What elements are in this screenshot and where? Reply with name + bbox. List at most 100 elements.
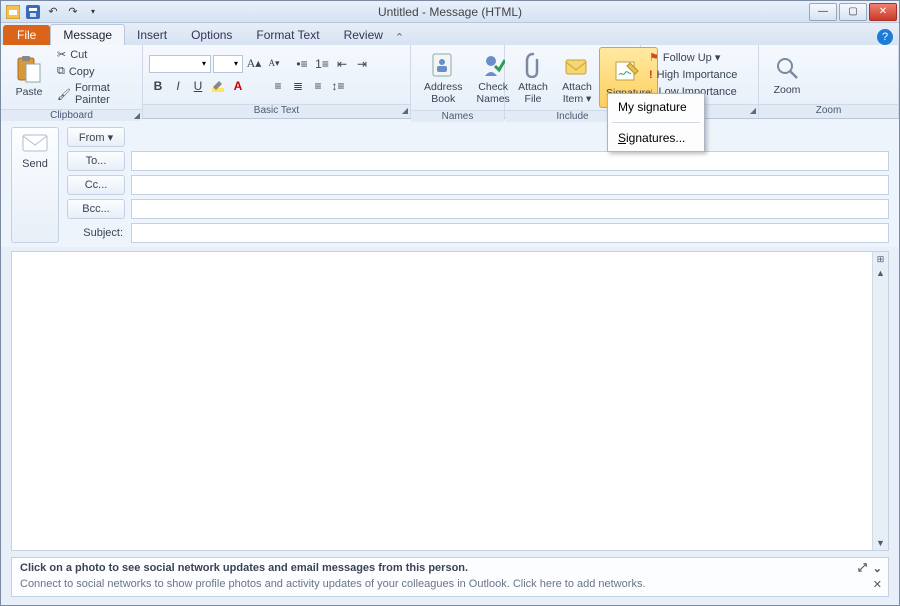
- scroll-options-icon[interactable]: ⊞: [874, 252, 888, 266]
- outdent-button[interactable]: ⇤: [333, 55, 351, 73]
- tab-review[interactable]: Review: [332, 25, 395, 45]
- message-body-area: ⊞ ▲ ▼: [11, 251, 889, 551]
- tab-insert[interactable]: Insert: [125, 25, 179, 45]
- ribbon: Paste ✂Cut ⧉Copy 🖌Format Painter Clipboa…: [1, 45, 899, 119]
- bcc-input[interactable]: [131, 199, 889, 219]
- quick-access-toolbar: ↶ ↷ ▾: [1, 4, 101, 20]
- font-color-button[interactable]: A: [229, 77, 247, 95]
- compose-fields: From ▾ To... Cc... Bcc... Subject:: [67, 127, 889, 243]
- address-book-button[interactable]: Address Book: [417, 47, 470, 108]
- dialog-launcher-icon[interactable]: ◢: [750, 106, 756, 115]
- compose-header: Send From ▾ To... Cc... Bcc... Subject:: [1, 119, 899, 247]
- cc-button[interactable]: Cc...: [67, 175, 125, 195]
- copy-button[interactable]: ⧉Copy: [55, 64, 136, 79]
- address-book-label: Address Book: [424, 82, 463, 105]
- follow-up-button[interactable]: ⚑Follow Up ▾: [647, 50, 739, 65]
- brush-icon: 🖌: [57, 88, 71, 101]
- align-center-button[interactable]: ≣: [289, 77, 307, 95]
- menu-item-signatures[interactable]: Signatures...: [608, 125, 704, 151]
- tab-file[interactable]: File: [3, 25, 50, 45]
- subject-input[interactable]: [131, 223, 889, 243]
- paste-button[interactable]: Paste: [7, 47, 51, 107]
- bullets-button[interactable]: •≡: [293, 55, 311, 73]
- font-name-combo[interactable]: ▾: [149, 55, 211, 73]
- zoom-label: Zoom: [774, 85, 801, 97]
- highlight-button[interactable]: [209, 77, 227, 95]
- align-right-button[interactable]: ≡: [309, 77, 327, 95]
- flag-icon: ⚑: [649, 51, 659, 64]
- undo-icon[interactable]: ↶: [45, 4, 61, 20]
- group-label-zoom: Zoom: [816, 105, 842, 116]
- ribbon-tabs: File Message Insert Options Format Text …: [1, 23, 899, 45]
- vertical-scrollbar[interactable]: ⊞ ▲ ▼: [872, 252, 888, 550]
- tab-format-text[interactable]: Format Text: [244, 25, 331, 45]
- indent-button[interactable]: ⇥: [353, 55, 371, 73]
- close-button[interactable]: ✕: [869, 3, 897, 21]
- align-left-button[interactable]: ≡: [269, 77, 287, 95]
- dialog-launcher-icon[interactable]: ◢: [402, 106, 408, 115]
- maximize-button[interactable]: ▢: [839, 3, 867, 21]
- bold-button[interactable]: B: [149, 77, 167, 95]
- attach-file-button[interactable]: Attach File: [511, 47, 555, 108]
- copy-icon: ⧉: [57, 65, 65, 78]
- cut-button[interactable]: ✂Cut: [55, 47, 136, 62]
- paperclip-icon: [518, 50, 548, 80]
- attach-item-button[interactable]: Attach Item ▾: [555, 47, 599, 108]
- titlebar: ↶ ↷ ▾ Untitled - Message (HTML) — ▢ ✕: [1, 1, 899, 23]
- address-book-icon: [428, 50, 458, 80]
- chevron-down-icon[interactable]: ⌄: [873, 562, 882, 575]
- group-basic-text: ▾ ▾ A▴ A▾ •≡ 1≡ ⇤ ⇥ B I U: [143, 45, 411, 118]
- menu-item-signatures-rest: ignatures...: [626, 131, 685, 145]
- paste-icon: [14, 55, 44, 85]
- underline-button[interactable]: U: [189, 77, 207, 95]
- help-icon[interactable]: ?: [877, 29, 893, 45]
- expand-icon[interactable]: ⤢: [858, 562, 867, 575]
- grow-font-button[interactable]: A▴: [245, 55, 263, 73]
- message-body-editor[interactable]: [12, 252, 872, 550]
- format-painter-button[interactable]: 🖌Format Painter: [55, 81, 136, 107]
- attach-item-icon: [562, 50, 592, 80]
- zoom-button[interactable]: Zoom: [765, 47, 809, 102]
- numbering-button[interactable]: 1≡: [313, 55, 331, 73]
- group-label-clipboard: Clipboard: [50, 110, 93, 121]
- cut-icon: ✂: [57, 48, 66, 61]
- attach-file-label: Attach File: [518, 82, 548, 105]
- group-clipboard: Paste ✂Cut ⧉Copy 🖌Format Painter Clipboa…: [1, 45, 143, 118]
- save-icon[interactable]: [25, 4, 41, 20]
- high-importance-button[interactable]: !High Importance: [647, 68, 739, 82]
- cc-input[interactable]: [131, 175, 889, 195]
- redo-icon[interactable]: ↷: [65, 4, 81, 20]
- signature-icon: [613, 56, 643, 86]
- collapse-ribbon-icon[interactable]: ⌃: [395, 31, 409, 45]
- signature-menu: My signature Signatures...: [607, 93, 705, 152]
- to-button[interactable]: To...: [67, 151, 125, 171]
- tab-message[interactable]: Message: [50, 24, 125, 45]
- group-label-names: Names: [442, 111, 474, 122]
- font-size-combo[interactable]: ▾: [213, 55, 243, 73]
- close-icon[interactable]: ✕: [873, 578, 882, 591]
- send-button[interactable]: Send: [11, 127, 59, 243]
- shrink-font-button[interactable]: A▾: [265, 55, 283, 73]
- group-label-include: Include: [556, 111, 588, 122]
- people-pane-sub[interactable]: Connect to social networks to show profi…: [20, 578, 646, 590]
- menu-separator: [612, 122, 700, 123]
- tab-options[interactable]: Options: [179, 25, 244, 45]
- qat-more-icon[interactable]: ▾: [85, 4, 101, 20]
- dialog-launcher-icon[interactable]: ◢: [134, 111, 140, 120]
- group-label-basic-text: Basic Text: [254, 105, 299, 116]
- scroll-up-icon[interactable]: ▲: [874, 266, 888, 280]
- italic-button[interactable]: I: [169, 77, 187, 95]
- scroll-down-icon[interactable]: ▼: [874, 536, 888, 550]
- group-zoom: Zoom Zoom: [759, 45, 899, 118]
- subject-label: Subject:: [67, 223, 125, 243]
- check-names-icon: [478, 50, 508, 80]
- outlook-app-icon: [5, 4, 21, 20]
- group-names: Address Book Check Names Names: [411, 45, 505, 118]
- to-input[interactable]: [131, 151, 889, 171]
- bcc-button[interactable]: Bcc...: [67, 199, 125, 219]
- line-spacing-button[interactable]: ↕≡: [329, 77, 347, 95]
- menu-item-my-signature[interactable]: My signature: [608, 94, 704, 120]
- from-button[interactable]: From ▾: [67, 127, 125, 147]
- window-title: Untitled - Message (HTML): [1, 5, 899, 19]
- minimize-button[interactable]: —: [809, 3, 837, 21]
